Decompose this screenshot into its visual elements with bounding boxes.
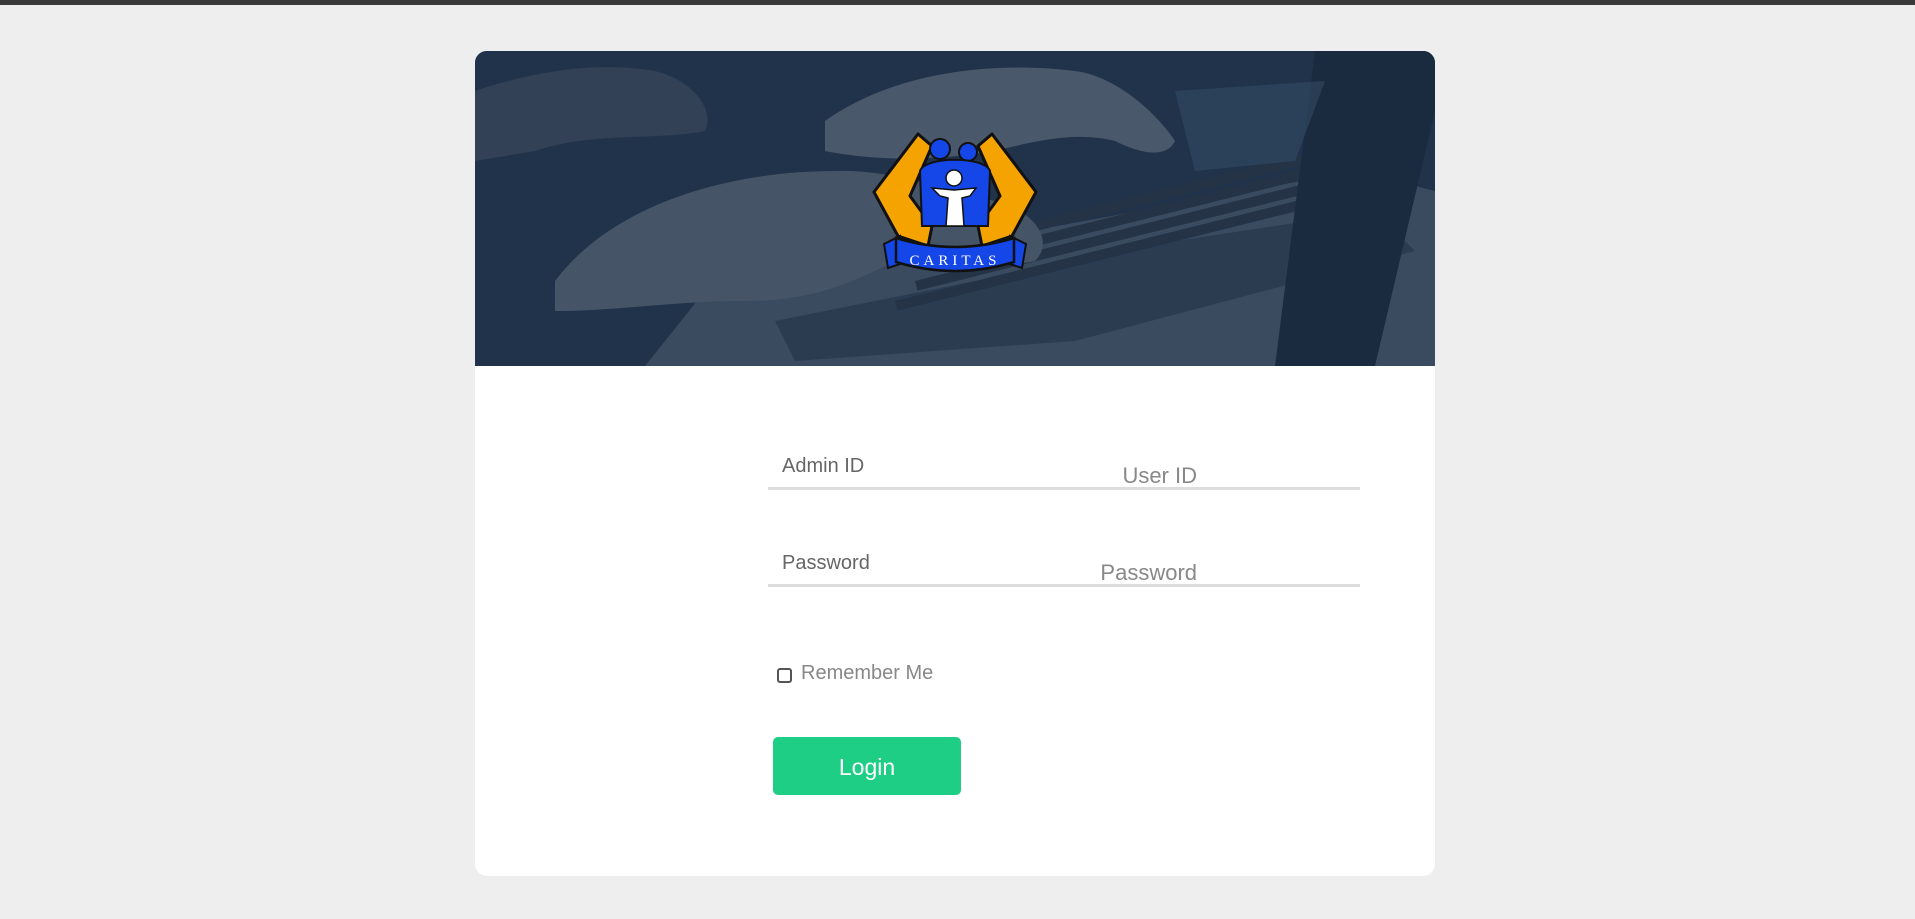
login-button[interactable]: Login: [773, 737, 961, 795]
caritas-logo-icon: CARITAS: [872, 132, 1038, 273]
user-id-input[interactable]: [768, 446, 1360, 490]
checkbox-icon[interactable]: [777, 667, 792, 683]
password-row: Password: [475, 543, 1435, 603]
header-banner: CARITAS: [475, 51, 1435, 366]
user-id-row: User ID: [475, 446, 1435, 506]
remember-me[interactable]: Remember Me: [777, 659, 933, 687]
remember-me-label: Remember Me: [801, 661, 934, 684]
svg-text:CARITAS: CARITAS: [910, 253, 1001, 269]
password-input[interactable]: [768, 543, 1360, 587]
top-strip: [0, 0, 1915, 5]
login-card: CARITAS User ID Password Remember Me Log…: [475, 51, 1435, 876]
